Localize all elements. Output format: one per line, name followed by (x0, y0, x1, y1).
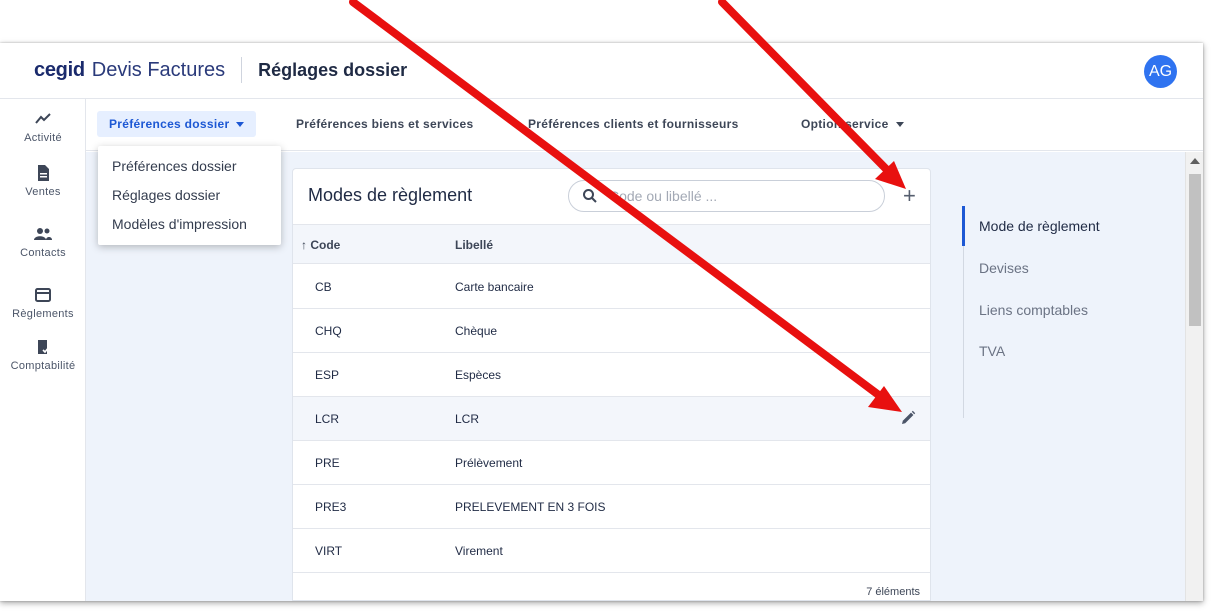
tab-label: Option service (801, 117, 889, 131)
header-divider (241, 57, 243, 83)
dropdown-option-reglages-dossier[interactable]: Réglages dossier (98, 181, 281, 210)
table-row[interactable]: CHQ Chèque (293, 309, 930, 353)
app-window: cegid Devis Factures Réglages dossier AG… (0, 43, 1203, 601)
active-indicator (962, 206, 965, 246)
tab-option-service[interactable]: Option service (801, 111, 904, 137)
scroll-up-icon[interactable] (1190, 158, 1200, 164)
row-code: VIRT (315, 544, 343, 558)
table-header: ↑ Code Libellé (293, 224, 930, 264)
chevron-down-icon (895, 121, 904, 127)
table-row[interactable]: PRE3 PRELEVEMENT EN 3 FOIS (293, 485, 930, 529)
row-code: PRE (315, 456, 340, 470)
preferences-dropdown-menu: Préférences dossier Réglages dossier Mod… (98, 146, 281, 245)
row-code: PRE3 (315, 500, 347, 514)
row-code: CHQ (315, 324, 342, 338)
brand: cegid Devis Factures Réglages dossier (34, 57, 407, 83)
table-row[interactable]: ESP Espèces (293, 353, 930, 397)
activity-chart-icon (35, 113, 51, 124)
ledger-check-icon (38, 340, 50, 354)
user-avatar[interactable]: AG (1144, 55, 1177, 88)
nav-label: Règlements (12, 308, 74, 320)
tab-preferences-dossier[interactable]: Préférences dossier (97, 111, 257, 137)
nav-item-activite[interactable]: Activité (0, 109, 86, 144)
scroll-thumb[interactable] (1189, 174, 1201, 326)
card-title: Modes de règlement (308, 185, 473, 205)
subnav-item-liens-comptables[interactable]: Liens comptables (979, 302, 1088, 318)
page-title: Réglages dossier (258, 59, 408, 80)
nav-item-ventes[interactable]: Ventes (0, 163, 86, 198)
table-row[interactable]: PRE Prélèvement (293, 441, 930, 485)
tab-preferences-clients-fournisseurs[interactable]: Préférences clients et fournisseurs (528, 111, 739, 137)
table-row[interactable]: CB Carte bancaire (293, 265, 930, 309)
search-box[interactable] (568, 180, 885, 212)
nav-label: Ventes (25, 186, 61, 198)
tab-label: Préférences biens et services (296, 117, 474, 131)
nav-label: Comptabilité (10, 360, 76, 372)
credit-card-icon (35, 288, 51, 302)
add-button[interactable]: + (903, 185, 916, 207)
dropdown-option-modeles-impression[interactable]: Modèles d'impression (98, 210, 281, 239)
people-icon (34, 228, 52, 240)
nav-label: Contacts (20, 247, 66, 259)
row-code: CB (315, 280, 332, 294)
pencil-edit-icon[interactable] (899, 409, 917, 427)
row-label: Chèque (455, 324, 498, 338)
dropdown-option-preferences-dossier[interactable]: Préférences dossier (98, 152, 281, 181)
nav-label: Activité (24, 132, 62, 144)
chevron-down-icon (236, 121, 245, 127)
row-count: 7 éléments (866, 586, 920, 598)
section-subnav: Mode de règlement Devises Liens comptabl… (962, 206, 1143, 418)
brand-logo[interactable]: cegid (34, 59, 85, 82)
subnav-item-tva[interactable]: TVA (979, 343, 1005, 359)
nav-item-contacts[interactable]: Contacts (0, 224, 86, 259)
search-input[interactable] (609, 186, 869, 206)
table-row[interactable]: LCR LCR (293, 397, 930, 441)
left-nav: Activité Ventes Contacts Règlements Comp… (0, 99, 86, 601)
card-header: Modes de règlement + (293, 169, 930, 223)
product-name: Devis Factures (91, 58, 226, 81)
subnav-item-devises[interactable]: Devises (979, 260, 1029, 276)
column-header-code[interactable]: ↑ Code (301, 238, 340, 252)
row-label: PRELEVEMENT EN 3 FOIS (455, 500, 606, 514)
table-row[interactable]: VIRT Virement (293, 529, 930, 573)
vertical-scrollbar[interactable] (1185, 152, 1203, 601)
search-icon (583, 189, 597, 203)
document-icon (38, 165, 49, 181)
row-code: LCR (315, 412, 340, 426)
subnav-item-mode-reglement[interactable]: Mode de règlement (979, 218, 1100, 234)
row-label: LCR (455, 412, 480, 426)
tab-label: Préférences dossier (109, 117, 230, 131)
top-bar: cegid Devis Factures Réglages dossier AG (0, 43, 1203, 99)
nav-item-reglements[interactable]: Règlements (0, 285, 86, 320)
row-label: Carte bancaire (455, 280, 534, 294)
row-label: Prélèvement (455, 456, 523, 470)
column-header-label[interactable]: Libellé (455, 238, 493, 252)
nav-item-comptabilite[interactable]: Comptabilité (0, 337, 86, 372)
row-label: Espèces (455, 368, 502, 382)
payment-modes-card: Modes de règlement + ↑ Code Libellé CB C… (292, 168, 931, 601)
row-label: Virement (455, 544, 503, 558)
settings-tabs: Préférences dossier Préférences biens et… (86, 99, 1203, 151)
row-code: ESP (315, 368, 340, 382)
tab-preferences-biens-services[interactable]: Préférences biens et services (296, 111, 473, 137)
tab-label: Préférences clients et fournisseurs (528, 117, 739, 131)
